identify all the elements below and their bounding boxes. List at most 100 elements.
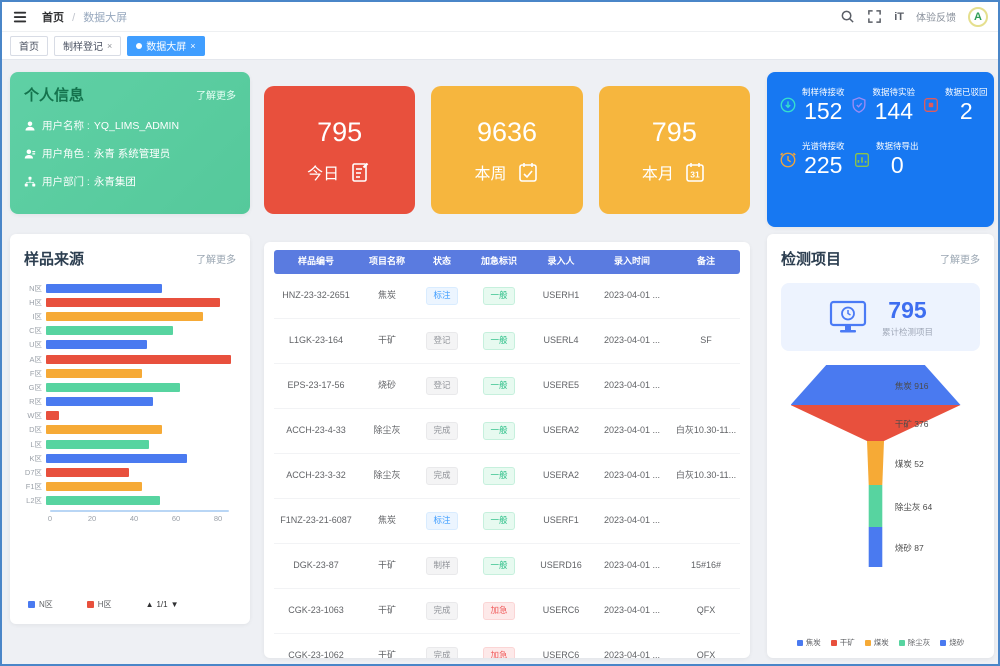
feedback-link[interactable]: 体验反馈 [916, 9, 956, 24]
funnel-segment[interactable] [791, 485, 961, 527]
urgent-badge: 一般 [483, 332, 514, 349]
table-row[interactable]: F1NZ-23-21-6087焦炭标注一般USERF12023-04-01 ..… [274, 499, 740, 544]
bar-category-label: G区 [20, 382, 46, 393]
funnel-segment[interactable] [791, 441, 961, 485]
funnel-segment[interactable] [791, 405, 961, 441]
search-icon[interactable] [840, 9, 855, 24]
field-value: YQ_LIMS_ADMIN [94, 120, 179, 132]
funnel-segment[interactable] [791, 365, 961, 405]
cell-sample-id: CGK-23-1063 [274, 602, 358, 620]
org-tree-icon [24, 176, 36, 188]
bar-track [46, 326, 236, 335]
test-items-more-link[interactable]: 了解更多 [940, 251, 980, 266]
cell-urgent-flag: 一般 [468, 420, 530, 441]
table-row[interactable]: ACCH-23-4-33除尘灰完成一般USERA22023-04-01 ...白… [274, 409, 740, 454]
funnel-legend-item[interactable]: 干矿 [831, 637, 855, 648]
status-badge: 登记 [426, 377, 457, 394]
funnel-segment[interactable] [791, 527, 961, 567]
bar[interactable] [46, 298, 220, 307]
table-row[interactable]: HNZ-23-32-2651焦炭标注一般USERH12023-04-01 ... [274, 274, 740, 319]
bar[interactable] [46, 326, 173, 335]
avatar[interactable]: A [968, 7, 988, 27]
pager-down-icon[interactable]: ▼ [171, 600, 179, 609]
tab-sample-register[interactable]: 制样登记 × [54, 36, 121, 56]
close-icon[interactable]: × [190, 41, 195, 51]
sample-source-title: 样品来源 [24, 248, 84, 269]
pager-text: 1/1 [156, 600, 167, 609]
kpi-spectrum-pending[interactable]: 光谱待接收 225 [779, 140, 853, 178]
close-icon[interactable]: × [107, 41, 112, 51]
funnel-legend-item[interactable]: 煤炭 [865, 637, 889, 648]
bar[interactable] [46, 425, 162, 434]
cell-sample-id: ACCH-23-4-33 [274, 422, 358, 440]
bar[interactable] [46, 482, 142, 491]
status-badge: 完成 [426, 602, 457, 619]
table-row[interactable]: L1GK-23-164干矿登记一般USERL42023-04-01 ...SF [274, 319, 740, 364]
cell-entry-time: 2023-04-01 ... [592, 377, 672, 395]
tab-data-screen[interactable]: 数据大屏 × [127, 36, 204, 56]
table-header-row: 样品编号项目名称状态加急标识录入人录入时间备注 [274, 250, 740, 274]
sample-source-more-link[interactable]: 了解更多 [196, 251, 236, 266]
cell-entry-user: USERA2 [530, 422, 592, 440]
cell-note: SF [672, 332, 740, 350]
stat-card-week[interactable]: 9636 本周 [431, 86, 582, 214]
bar[interactable] [46, 355, 231, 364]
bar[interactable] [46, 454, 187, 463]
stat-card-month[interactable]: 795 本月 31 [599, 86, 750, 214]
table-row[interactable]: EPS-23-17-56烧砂登记一般USERE52023-04-01 ... [274, 364, 740, 409]
tab-label: 制样登记 [63, 38, 103, 53]
profile-more-link[interactable]: 了解更多 [196, 87, 236, 102]
bar-track [46, 468, 236, 477]
bar[interactable] [46, 369, 142, 378]
bar[interactable] [46, 397, 153, 406]
funnel-legend-item[interactable]: 烧砂 [940, 637, 964, 648]
legend-label: 烧砂 [949, 637, 964, 648]
fullscreen-icon[interactable] [867, 9, 882, 24]
table-row[interactable]: DGK-23-87干矿制样一般USERD162023-04-01 ...15#1… [274, 544, 740, 589]
breadcrumb-current: 数据大屏 [83, 12, 127, 24]
bar-track [46, 355, 236, 364]
funnel-legend-item[interactable]: 除尘灰 [899, 637, 931, 648]
tab-home[interactable]: 首页 [10, 36, 48, 56]
cell-project-name: 焦炭 [358, 287, 416, 305]
pager-up-icon[interactable]: ▲ [146, 600, 154, 609]
table-row[interactable]: ACCH-23-3-32除尘灰完成一般USERA22023-04-01 ...白… [274, 454, 740, 499]
status-badge: 标注 [426, 287, 457, 304]
cell-project-name: 干矿 [358, 332, 416, 350]
column-header: 录入人 [530, 253, 592, 271]
cell-note [672, 384, 740, 388]
legend-swatch [28, 601, 35, 608]
bar[interactable] [46, 468, 129, 477]
bar-row: R区 [20, 395, 236, 409]
stat-card-today[interactable]: 795 今日 [264, 86, 415, 214]
legend-item[interactable]: H区 [87, 599, 112, 610]
bar[interactable] [46, 383, 180, 392]
bar-row: C区 [20, 324, 236, 338]
active-dot-icon [136, 43, 142, 49]
collapse-menu-icon[interactable] [12, 9, 28, 25]
bar[interactable] [46, 411, 59, 420]
status-badge: 制样 [426, 557, 457, 574]
bar[interactable] [46, 440, 149, 449]
table-row[interactable]: CGK-23-1063干矿完成加急USERC62023-04-01 ...QFX [274, 589, 740, 634]
font-size-icon[interactable]: iT [894, 11, 904, 23]
kpi-sample-pending[interactable]: 制样待接收 152 [779, 86, 850, 124]
kpi-data-rejected[interactable]: 数据已驳回 2 [922, 86, 982, 124]
legend-item[interactable]: N区 [28, 599, 53, 610]
bar-category-label: F区 [20, 368, 46, 379]
breadcrumb-root[interactable]: 首页 [42, 12, 64, 24]
field-label: 用户角色 : [42, 146, 90, 161]
bar[interactable] [46, 312, 203, 321]
table-row[interactable]: CGK-23-1062干矿完成加急USERC62023-04-01 ...QFX [274, 634, 740, 658]
kpi-panel: 制样待接收 152 数据待实验 144 数据已驳回 2 [767, 72, 994, 227]
urgent-badge: 一般 [483, 512, 514, 529]
bar[interactable] [46, 340, 147, 349]
bar[interactable] [46, 496, 160, 505]
bar-row: F1区 [20, 480, 236, 494]
cell-note: 15#16# [672, 557, 740, 575]
kpi-data-experiment[interactable]: 数据待实验 144 [850, 86, 922, 124]
kpi-data-export[interactable]: 数据待导出 0 [853, 140, 929, 178]
field-value: 永青集团 [94, 174, 136, 189]
funnel-legend-item[interactable]: 焦炭 [797, 637, 821, 648]
bar[interactable] [46, 284, 162, 293]
